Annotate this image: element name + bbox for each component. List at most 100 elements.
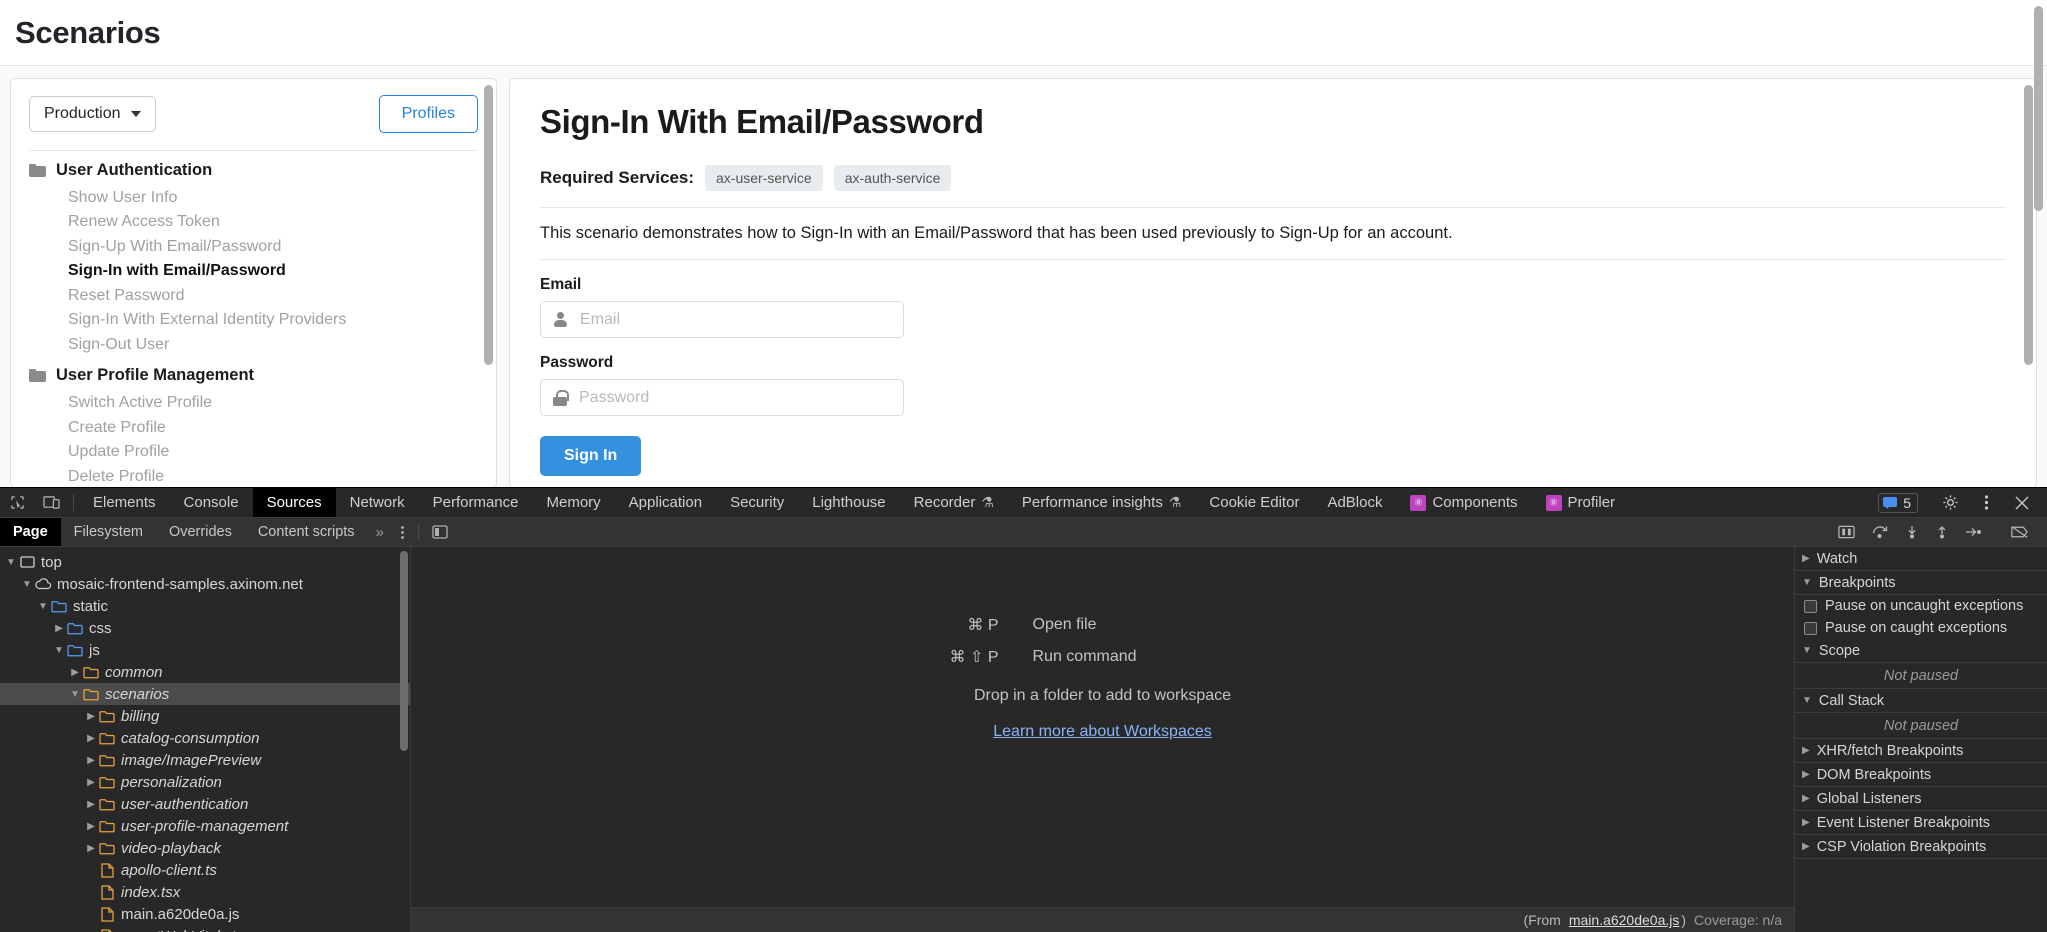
email-input-wrapper[interactable]: [540, 301, 904, 338]
twisty-collapsed-icon[interactable]: ▶: [1802, 745, 1810, 756]
tab-components[interactable]: ⚛Components: [1396, 488, 1531, 517]
twisty-collapsed-icon[interactable]: ▶: [84, 821, 98, 832]
twisty-expanded-icon[interactable]: ▼: [52, 645, 66, 656]
twisty-collapsed-icon[interactable]: ▶: [84, 777, 98, 788]
scenario-item[interactable]: Switch Active Profile: [29, 391, 478, 415]
twisty-expanded-icon[interactable]: ▼: [1802, 577, 1812, 588]
tree-row[interactable]: ▶video-playback: [0, 837, 410, 859]
scenario-item[interactable]: Renew Access Token: [29, 210, 478, 234]
scenario-item[interactable]: Delete Profile: [29, 465, 478, 487]
twisty-collapsed-icon[interactable]: ▶: [84, 843, 98, 854]
twisty-collapsed-icon[interactable]: ▶: [84, 755, 98, 766]
tree-row[interactable]: main.a620de0a.js: [0, 903, 410, 925]
scenario-item[interactable]: Sign-Up With Email/Password: [29, 235, 478, 259]
detail-scrollbar[interactable]: [2024, 85, 2033, 365]
tab-console[interactable]: Console: [170, 488, 253, 517]
sign-in-button[interactable]: Sign In: [540, 436, 641, 476]
tab-application[interactable]: Application: [615, 488, 716, 517]
tree-row[interactable]: ▶user-authentication: [0, 793, 410, 815]
password-input-wrapper[interactable]: [540, 379, 904, 416]
navigator-scrollbar[interactable]: [400, 551, 408, 751]
twisty-collapsed-icon[interactable]: ▶: [52, 623, 66, 634]
step-out-icon[interactable]: [1927, 525, 1957, 539]
tab-network[interactable]: Network: [336, 488, 419, 517]
tab-performance-insights[interactable]: Performance insights⚗: [1008, 488, 1195, 517]
tree-row[interactable]: ▶billing: [0, 705, 410, 727]
workspaces-link[interactable]: Learn more about Workspaces: [411, 723, 1794, 741]
scenarios-scrollbar[interactable]: [484, 85, 493, 365]
page-scrollbar[interactable]: [2034, 6, 2043, 211]
status-source-file-link[interactable]: main.a620de0a.js: [1569, 912, 1680, 928]
step-icon[interactable]: [1957, 526, 1991, 538]
email-input[interactable]: [580, 311, 891, 329]
debugger-section-xhr-fetch-breakpoints[interactable]: ▶XHR/fetch Breakpoints: [1795, 739, 2047, 763]
debugger-section-csp-violation-breakpoints[interactable]: ▶CSP Violation Breakpoints: [1795, 835, 2047, 859]
toggle-debugger-sidebar-icon[interactable]: [1830, 525, 1863, 539]
device-toolbar-icon[interactable]: [34, 488, 68, 517]
scenario-group-header[interactable]: User Authentication: [29, 161, 478, 180]
debugger-section-breakpoints[interactable]: ▼Breakpoints: [1795, 571, 2047, 595]
tab-cookie-editor[interactable]: Cookie Editor: [1195, 488, 1313, 517]
step-over-icon[interactable]: [1863, 525, 1897, 539]
twisty-expanded-icon[interactable]: ▼: [1802, 645, 1812, 656]
twisty-collapsed-icon[interactable]: ▶: [84, 711, 98, 722]
scenario-item[interactable]: Reset Password: [29, 284, 478, 308]
twisty-collapsed-icon[interactable]: ▶: [1802, 793, 1810, 804]
debugger-section-dom-breakpoints[interactable]: ▶DOM Breakpoints: [1795, 763, 2047, 787]
tree-row[interactable]: ▶css: [0, 617, 410, 639]
debugger-section-event-listener-breakpoints[interactable]: ▶Event Listener Breakpoints: [1795, 811, 2047, 835]
tab-recorder[interactable]: Recorder⚗: [900, 488, 1008, 517]
twisty-expanded-icon[interactable]: ▼: [36, 601, 50, 612]
tree-row[interactable]: ▶common: [0, 661, 410, 683]
subtab-filesystem[interactable]: Filesystem: [61, 518, 156, 546]
tab-lighthouse[interactable]: Lighthouse: [798, 488, 899, 517]
gear-icon[interactable]: [1933, 494, 1967, 511]
scenario-item[interactable]: Sign-Out User: [29, 333, 478, 357]
tree-row[interactable]: ▼static: [0, 595, 410, 617]
debugger-section-global-listeners[interactable]: ▶Global Listeners: [1795, 787, 2047, 811]
environment-dropdown[interactable]: Production: [29, 96, 156, 132]
tab-profiler[interactable]: ⚛Profiler: [1532, 488, 1630, 517]
debugger-section-call-stack[interactable]: ▼Call Stack: [1795, 689, 2047, 713]
tab-adblock[interactable]: AdBlock: [1313, 488, 1396, 517]
scenario-item[interactable]: Sign-In with Email/Password: [29, 259, 478, 283]
step-into-icon[interactable]: [1897, 525, 1927, 539]
tree-row[interactable]: ▼top: [0, 551, 410, 573]
twisty-collapsed-icon[interactable]: ▶: [1802, 841, 1810, 852]
tab-sources[interactable]: Sources: [253, 488, 336, 517]
inspect-element-icon[interactable]: [0, 488, 34, 517]
tab-elements[interactable]: Elements: [79, 488, 170, 517]
tree-row[interactable]: ▶catalog-consumption: [0, 727, 410, 749]
debugger-section-watch[interactable]: ▶Watch: [1795, 547, 2047, 571]
tree-row[interactable]: ▼scenarios: [0, 683, 410, 705]
scenario-item[interactable]: Show User Info: [29, 186, 478, 210]
twisty-collapsed-icon[interactable]: ▶: [1802, 817, 1810, 828]
tree-row[interactable]: ▶user-profile-management: [0, 815, 410, 837]
tree-row[interactable]: apollo-client.ts: [0, 859, 410, 881]
twisty-expanded-icon[interactable]: ▼: [20, 579, 34, 590]
sources-more-options-icon[interactable]: [392, 518, 413, 546]
tab-memory[interactable]: Memory: [533, 488, 615, 517]
password-input[interactable]: [579, 389, 891, 407]
scenario-item[interactable]: Update Profile: [29, 440, 478, 464]
tree-row[interactable]: ▶personalization: [0, 771, 410, 793]
twisty-collapsed-icon[interactable]: ▶: [68, 667, 82, 678]
checkbox-icon[interactable]: [1804, 600, 1817, 613]
checkbox-pause-on-caught-exceptions[interactable]: Pause on caught exceptions: [1795, 617, 2047, 639]
debugger-section-scope[interactable]: ▼Scope: [1795, 639, 2047, 663]
tab-performance[interactable]: Performance: [419, 488, 533, 517]
message-count-badge[interactable]: 5: [1878, 493, 1918, 513]
tree-row[interactable]: ▶image/ImagePreview: [0, 749, 410, 771]
more-options-icon[interactable]: [1969, 494, 2003, 511]
profiles-button[interactable]: Profiles: [379, 95, 478, 133]
twisty-expanded-icon[interactable]: ▼: [4, 557, 18, 568]
twisty-expanded-icon[interactable]: ▼: [68, 689, 82, 700]
twisty-collapsed-icon[interactable]: ▶: [1802, 769, 1810, 780]
close-icon[interactable]: [2005, 495, 2039, 511]
subtab-content-scripts[interactable]: Content scripts: [245, 518, 368, 546]
tab-security[interactable]: Security: [716, 488, 798, 517]
subtab-page[interactable]: Page: [0, 518, 61, 546]
checkbox-pause-on-uncaught-exceptions[interactable]: Pause on uncaught exceptions: [1795, 595, 2047, 617]
tree-row[interactable]: ▼js: [0, 639, 410, 661]
twisty-expanded-icon[interactable]: ▼: [1802, 695, 1812, 706]
